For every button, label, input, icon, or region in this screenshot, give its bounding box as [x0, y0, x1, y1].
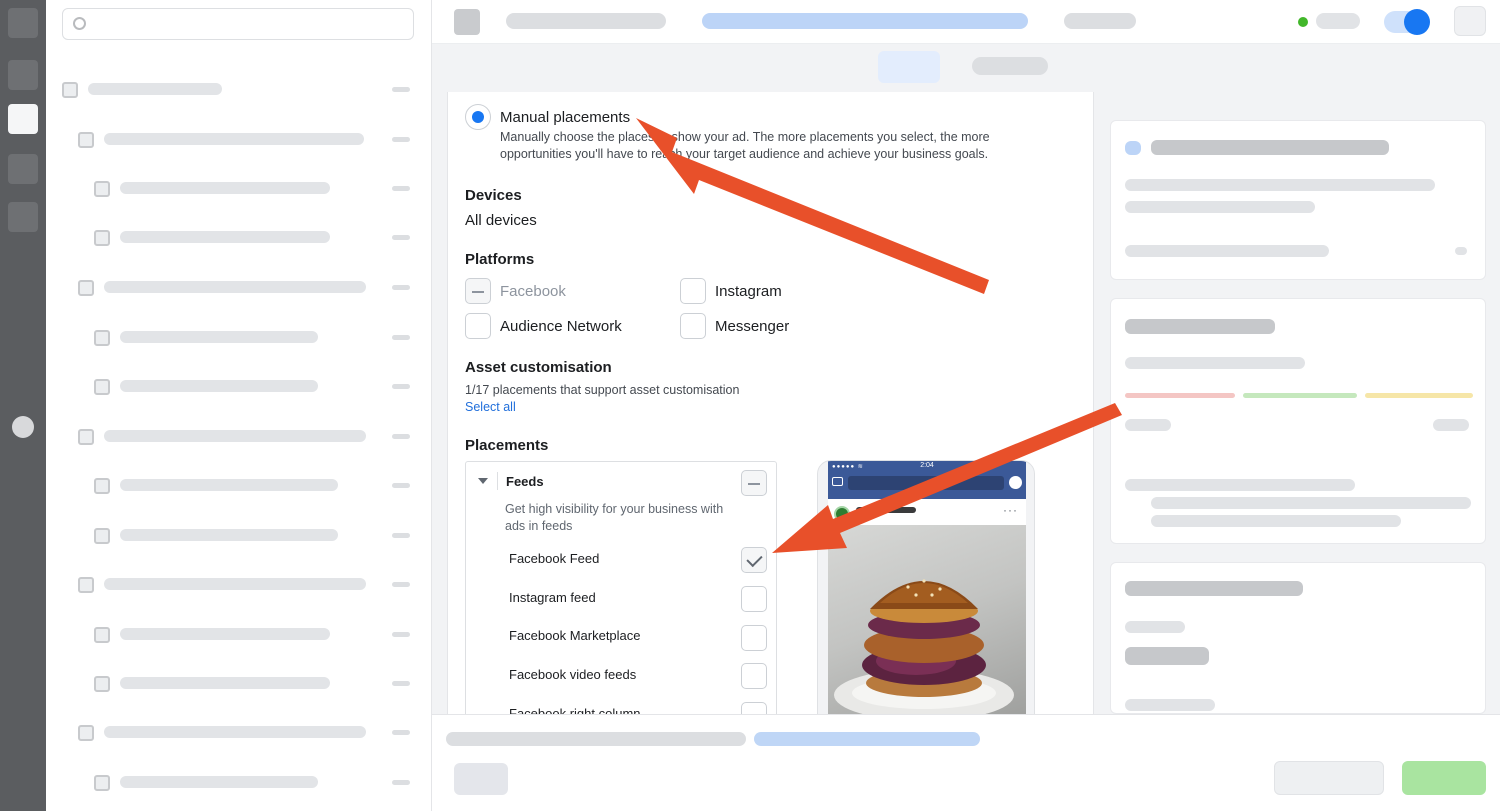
tree-row[interactable]: [46, 174, 432, 204]
tree-row[interactable]: [46, 669, 432, 699]
sidebar-toggle-icon[interactable]: [454, 9, 480, 35]
messenger-label: Messenger: [715, 318, 790, 335]
tree-row[interactable]: [46, 125, 432, 155]
pencil-icon[interactable]: [8, 104, 38, 134]
ad-post: ···: [828, 499, 1026, 714]
chevron-down-icon[interactable]: [1455, 247, 1467, 255]
tree-row[interactable]: [46, 570, 432, 600]
placement-video-feeds-label: Facebook video feeds: [509, 667, 637, 682]
tree-row[interactable]: [46, 323, 432, 353]
publish-button[interactable]: [1402, 761, 1486, 795]
tree-row[interactable]: [46, 223, 432, 253]
ads-manager-app: Manual placements Manually choose the pl…: [0, 0, 1500, 811]
feeds-group-desc: Get high visibility for your business wi…: [505, 502, 724, 533]
terms-link[interactable]: [754, 732, 980, 746]
placements-panel: Manual placements Manually choose the pl…: [447, 92, 1094, 714]
placement-video-feeds-checkbox[interactable]: [741, 663, 767, 689]
status-badge: [1298, 17, 1308, 27]
placement-facebook-feed-label: Facebook Feed: [509, 551, 600, 566]
divider: [497, 472, 498, 490]
review-tab[interactable]: [972, 57, 1048, 75]
tree-row[interactable]: [46, 521, 432, 551]
phone-time: 2:04: [920, 462, 934, 469]
caret-down-icon[interactable]: [478, 478, 488, 484]
estimated-results-card: [1110, 562, 1486, 714]
placement-marketplace-checkbox[interactable]: [741, 625, 767, 651]
menu-icon[interactable]: [8, 8, 38, 38]
devices-value[interactable]: All devices: [465, 212, 537, 229]
audience-network-checkbox[interactable]: [465, 313, 491, 339]
tree-row[interactable]: [46, 75, 432, 105]
edit-tab[interactable]: [878, 51, 940, 83]
status-label: [1316, 13, 1360, 29]
messenger-checkbox[interactable]: [680, 313, 706, 339]
manual-placements-title: Manual placements: [500, 109, 631, 126]
breadcrumb-ads[interactable]: [1064, 13, 1136, 29]
placements-title: Placements: [465, 437, 549, 454]
feeds-group-title: Feeds: [506, 474, 544, 489]
performance-card: [1110, 120, 1486, 280]
devices-title: Devices: [465, 187, 522, 204]
manual-placements-desc: Manually choose the places to show your …: [500, 130, 990, 161]
asset-customisation-desc: 1/17 placements that support asset custo…: [465, 383, 740, 397]
right-column: [1096, 92, 1500, 714]
breadcrumb-campaign[interactable]: [506, 13, 666, 29]
placement-instagram-feed-label: Instagram feed: [509, 590, 596, 605]
footer-bar: [432, 714, 1500, 811]
instagram-label: Instagram: [715, 283, 782, 300]
search-icon: [73, 17, 86, 30]
burger-image: [828, 525, 1026, 714]
toggle-knob: [1404, 9, 1430, 35]
tree-row[interactable]: [46, 620, 432, 650]
audience-definition-card: [1110, 298, 1486, 544]
instagram-checkbox[interactable]: [680, 278, 706, 304]
tree-row[interactable]: [46, 372, 432, 402]
page-name: [856, 507, 916, 513]
audience-network-label: Audience Network: [500, 318, 622, 335]
tree-row[interactable]: [46, 422, 432, 452]
messenger-icon: [1009, 476, 1022, 489]
tree-row[interactable]: [46, 718, 432, 748]
breadcrumb-adset[interactable]: [702, 13, 1028, 29]
phone-search-bar: [848, 476, 1004, 490]
tree-row[interactable]: [46, 471, 432, 501]
platforms-title: Platforms: [465, 251, 535, 268]
terms-text: [446, 732, 746, 746]
grid-icon[interactable]: [8, 154, 38, 184]
more-menu-button[interactable]: [1454, 6, 1486, 36]
ad-preview-phone: ●●●●● ≋ 2:04 ···: [817, 460, 1035, 714]
more-icon: ···: [1003, 503, 1018, 517]
tree-row[interactable]: [46, 768, 432, 798]
page-avatar: [834, 506, 850, 522]
mode-strip: [432, 44, 1500, 92]
placement-instagram-feed-checkbox[interactable]: [741, 586, 767, 612]
facebook-checkbox[interactable]: [465, 278, 491, 304]
top-bar: [432, 0, 1500, 44]
facebook-label: Facebook: [500, 283, 566, 300]
tree-row[interactable]: [46, 273, 432, 303]
placements-list: Feeds Get high visibility for your busin…: [465, 461, 777, 714]
campaign-tree: [46, 0, 432, 811]
tree-search-input[interactable]: [62, 8, 414, 40]
placement-right-column-label: Facebook right column: [509, 706, 641, 714]
select-all-link[interactable]: Select all: [465, 400, 516, 414]
info-icon: [1125, 141, 1141, 155]
left-icon-rail: [0, 0, 46, 811]
placement-marketplace-label: Facebook Marketplace: [509, 628, 641, 643]
camera-icon: [832, 477, 843, 486]
phone-header: ●●●●● ≋ 2:04: [828, 461, 1026, 499]
asset-customisation-title: Asset customisation: [465, 359, 612, 376]
close-button[interactable]: [454, 763, 508, 795]
feeds-group-checkbox[interactable]: [741, 470, 767, 496]
help-icon[interactable]: [12, 416, 34, 438]
manual-placements-radio[interactable]: [465, 104, 491, 130]
search-rail-icon[interactable]: [8, 202, 38, 232]
placement-facebook-feed-checkbox[interactable]: [741, 547, 767, 573]
discard-drafts-button[interactable]: [1274, 761, 1384, 795]
chart-icon[interactable]: [8, 60, 38, 90]
placement-right-column-checkbox[interactable]: [741, 702, 767, 714]
